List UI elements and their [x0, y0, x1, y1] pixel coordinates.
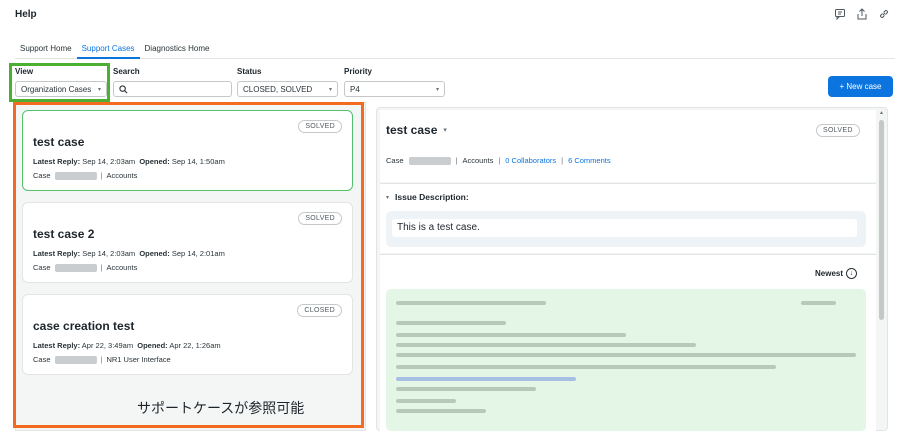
- tab-support-home[interactable]: Support Home: [15, 40, 77, 59]
- redacted-text: [396, 353, 856, 357]
- status-select[interactable]: CLOSED, SOLVED ▾: [237, 81, 338, 97]
- sort-newest-button[interactable]: Newest ↓: [815, 268, 858, 279]
- redacted-text: [396, 333, 626, 337]
- tab-bar: Support Home Support Cases Diagnostics H…: [15, 40, 895, 59]
- search-label: Search: [113, 67, 140, 76]
- detail-component: Accounts: [462, 156, 494, 165]
- case-list-highlight-box: [13, 102, 364, 428]
- tab-diagnostics-home[interactable]: Diagnostics Home: [140, 40, 215, 59]
- chevron-down-icon: ▾: [328, 86, 332, 93]
- redacted-link: [396, 377, 576, 381]
- priority-select[interactable]: P4 ▾: [344, 81, 445, 97]
- chevron-down-icon: ▾: [386, 194, 390, 201]
- top-icons: [834, 8, 890, 20]
- comments-link[interactable]: 6 Comments: [568, 156, 611, 165]
- status-select-value: CLOSED, SOLVED: [243, 84, 313, 94]
- redacted-text: [396, 301, 546, 305]
- detail-title[interactable]: test case ▾: [386, 123, 447, 137]
- scroll-thumb[interactable]: [879, 120, 884, 320]
- detail-header: [380, 110, 876, 182]
- collaborators-link[interactable]: 0 Collaborators: [505, 156, 556, 165]
- detail-title-text: test case: [386, 123, 438, 137]
- status-label: Status: [237, 67, 262, 76]
- feedback-icon[interactable]: [834, 8, 846, 20]
- redacted-text: [396, 365, 776, 369]
- reply-card: [386, 289, 866, 431]
- detail-status-badge: SOLVED: [816, 124, 860, 137]
- detail-scrollbar[interactable]: ▲: [879, 110, 885, 431]
- redacted-text: [396, 321, 506, 325]
- arrow-down-circle-icon: ↓: [846, 268, 858, 279]
- view-highlight-box: [9, 63, 110, 102]
- priority-select-value: P4: [350, 84, 360, 94]
- link-icon[interactable]: [878, 8, 890, 20]
- separator: |: [561, 156, 564, 165]
- redacted-text: [396, 387, 536, 391]
- redacted-text: [396, 343, 696, 347]
- tab-support-cases[interactable]: Support Cases: [76, 40, 140, 59]
- chevron-down-icon: ▾: [443, 127, 447, 134]
- case-label: Case: [386, 156, 404, 165]
- search-input[interactable]: [131, 84, 231, 94]
- chevron-down-icon: ▾: [435, 86, 439, 93]
- separator: |: [455, 156, 458, 165]
- sort-label: Newest: [815, 269, 844, 278]
- redacted-text: [396, 399, 456, 403]
- share-icon[interactable]: [856, 8, 868, 20]
- search-icon: [119, 84, 128, 93]
- redacted-case-number: [408, 156, 451, 165]
- top-bar: Help: [0, 0, 900, 30]
- detail-meta: Case | Accounts | 0 Collaborators | 6 Co…: [386, 156, 611, 165]
- redacted-text: [396, 409, 486, 413]
- redacted-text: [801, 301, 836, 305]
- app-title: Help: [15, 9, 37, 20]
- issue-description-text: This is a test case.: [392, 219, 857, 237]
- issue-heading: Issue Description:: [395, 192, 469, 202]
- issue-toggle[interactable]: ▾ Issue Description:: [386, 192, 469, 202]
- scroll-up-icon[interactable]: ▲: [879, 110, 884, 116]
- separator: |: [498, 156, 501, 165]
- priority-label: Priority: [344, 67, 373, 76]
- search-field[interactable]: [113, 81, 232, 97]
- new-case-button[interactable]: + New case: [828, 76, 893, 97]
